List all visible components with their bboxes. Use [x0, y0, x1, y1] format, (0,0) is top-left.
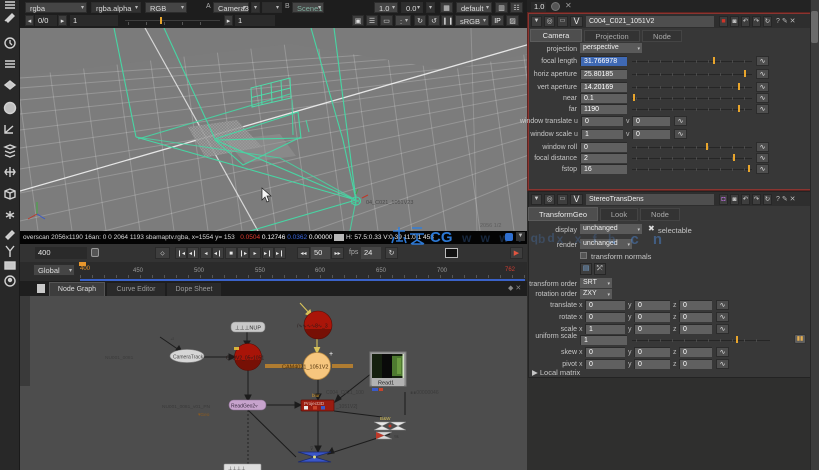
svg-text:/∿∿∿∿8∿_3: /∿∿∿∿8∿_3 [297, 324, 328, 330]
svg-text:NU001_0081_v01_PN: NU001_0081_v01_PN [162, 404, 211, 410]
svg-text:CAM4021_1051V2: CAM4021_1051V2 [282, 365, 328, 371]
svg-text:C3DV2_05▿1051: C3DV2_05▿1051 [226, 356, 264, 362]
svg-text:▿s: ▿s [394, 434, 399, 439]
svg-text:⊥⊥⊥⊥: ⊥⊥⊥⊥ [228, 466, 245, 470]
svg-text:ReadGeo2▿: ReadGeo2▿ [231, 404, 258, 410]
svg-text:04_C021_1051V23: 04_C021_1051V23 [366, 200, 413, 206]
svg-text:blur: blur [312, 393, 320, 398]
svg-text:+: + [329, 351, 333, 358]
svg-text:. c n: . c n [612, 231, 667, 248]
svg-text:B&W: B&W [380, 416, 391, 421]
svg-text:▾Geo: ▾Geo [198, 412, 210, 418]
svg-text:CG: CG [430, 229, 453, 246]
svg-text:∎∎00000046: ∎∎00000046 [410, 390, 439, 396]
svg-text:⊿: ⊿ [170, 337, 174, 342]
svg-text:_1051V2]: _1051V2] [335, 404, 358, 410]
svg-text:Project3D: Project3D [304, 401, 325, 406]
svg-text:C004_C021_100: C004_C021_100 [326, 390, 364, 396]
svg-text:NU001_0081: NU001_0081 [105, 355, 134, 361]
svg-text:⊥⊥⊥NUP: ⊥⊥⊥NUP [235, 325, 261, 332]
svg-text:CameraTrack: CameraTrack [173, 355, 204, 361]
svg-text:b x x f b: b x x f b [538, 232, 619, 246]
svg-text:Read1: Read1 [378, 381, 394, 387]
